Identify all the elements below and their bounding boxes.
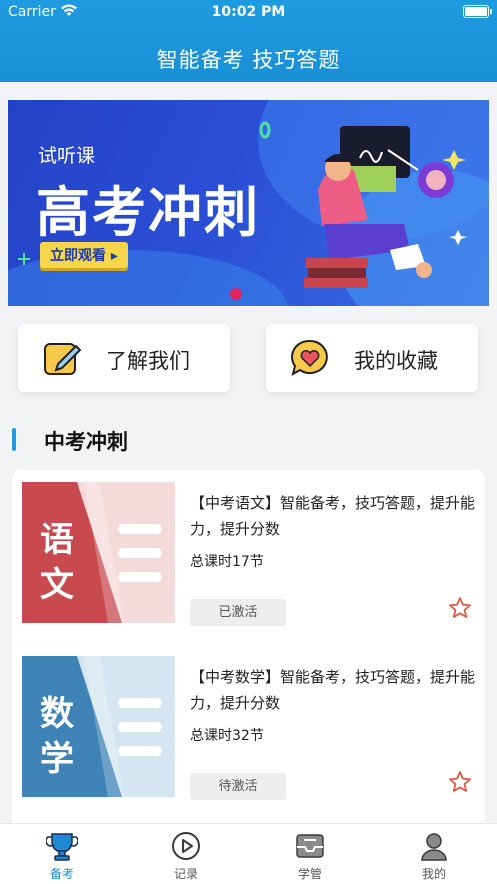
- activation-status-button[interactable]: 已激活: [190, 599, 286, 626]
- course-list: 语 文 【中考语文】智能备考，技巧答题，提升能力，提升分数 总课时17节 已激活…: [12, 470, 485, 826]
- section-marker: [12, 428, 16, 451]
- tab-label: 记录: [173, 867, 198, 881]
- course-description: 【中考语文】智能备考，技巧答题，提升能力，提升分数: [190, 494, 476, 538]
- dot-decor: [230, 288, 242, 300]
- trophy-icon: [46, 833, 78, 861]
- course-cover: 数 学: [22, 656, 175, 797]
- star-icon[interactable]: [448, 596, 472, 620]
- activation-status-button[interactable]: 待激活: [190, 773, 286, 800]
- my-favorites-label: 我的收藏: [354, 349, 438, 373]
- course-description: 【中考数学】智能备考，技巧答题，提升能力，提升分数: [190, 668, 476, 712]
- tab-records[interactable]: 记录: [124, 824, 248, 884]
- tab-mine[interactable]: 我的: [372, 824, 496, 884]
- status-time: 10:02 PM: [211, 4, 286, 20]
- inbox-icon: [296, 834, 324, 858]
- course-card-math[interactable]: 数 学 【中考数学】智能备考，技巧答题，提升能力，提升分数 总课时32节 待激活: [12, 644, 485, 800]
- course-card-chinese[interactable]: 语 文 【中考语文】智能备考，技巧答题，提升能力，提升分数 总课时17节 已激活: [12, 470, 485, 626]
- cover-line: [118, 746, 162, 756]
- cover-line: [118, 722, 162, 732]
- banner-title: 高考冲刺: [36, 181, 260, 244]
- tab-prep[interactable]: 备考: [0, 824, 124, 884]
- cover-char: 学: [40, 739, 74, 779]
- plus-icon: [18, 253, 30, 265]
- course-hours: 总课时17节: [190, 554, 264, 570]
- cover-line: [118, 548, 162, 558]
- promo-banner[interactable]: 试听课 高考冲刺 立即观看 ▸: [8, 100, 489, 306]
- battery-icon: [463, 5, 492, 18]
- top-header: Carrier 10:02 PM 智能备考 技巧答题: [0, 0, 497, 82]
- cover-char: 文: [40, 565, 74, 605]
- section-title: 中考冲刺: [44, 430, 128, 454]
- about-us-label: 了解我们: [106, 349, 190, 373]
- about-us-card[interactable]: 了解我们: [18, 324, 230, 392]
- tab-study-manage[interactable]: 学管: [248, 824, 372, 884]
- banner-label: 试听课: [38, 145, 96, 167]
- my-favorites-card[interactable]: 我的收藏: [266, 324, 478, 392]
- course-cover: 语 文: [22, 482, 175, 623]
- tab-label: 学管: [297, 867, 322, 881]
- tab-bar: 备考 记录 学管 我的: [0, 823, 497, 884]
- page-title: 智能备考 技巧答题: [156, 48, 341, 72]
- star-icon[interactable]: [448, 770, 472, 794]
- heart-bubble-icon: [291, 339, 328, 377]
- course-hours: 总课时32节: [190, 728, 264, 744]
- tab-label: 我的: [421, 867, 446, 881]
- sparkle-icon: [259, 121, 271, 139]
- banner-illustration: [304, 126, 467, 288]
- cover-line: [118, 572, 162, 582]
- cover-char: 数: [40, 694, 74, 734]
- play-circle-icon: [172, 832, 200, 860]
- tab-label: 备考: [49, 867, 74, 881]
- user-icon: [421, 833, 447, 861]
- cover-line: [118, 698, 162, 708]
- status-bar: Carrier 10:02 PM: [0, 0, 497, 26]
- pencil-note-icon: [44, 343, 82, 375]
- watch-now-button[interactable]: 立即观看 ▸: [40, 242, 128, 268]
- cover-line: [118, 524, 162, 534]
- cover-char: 语: [40, 520, 74, 560]
